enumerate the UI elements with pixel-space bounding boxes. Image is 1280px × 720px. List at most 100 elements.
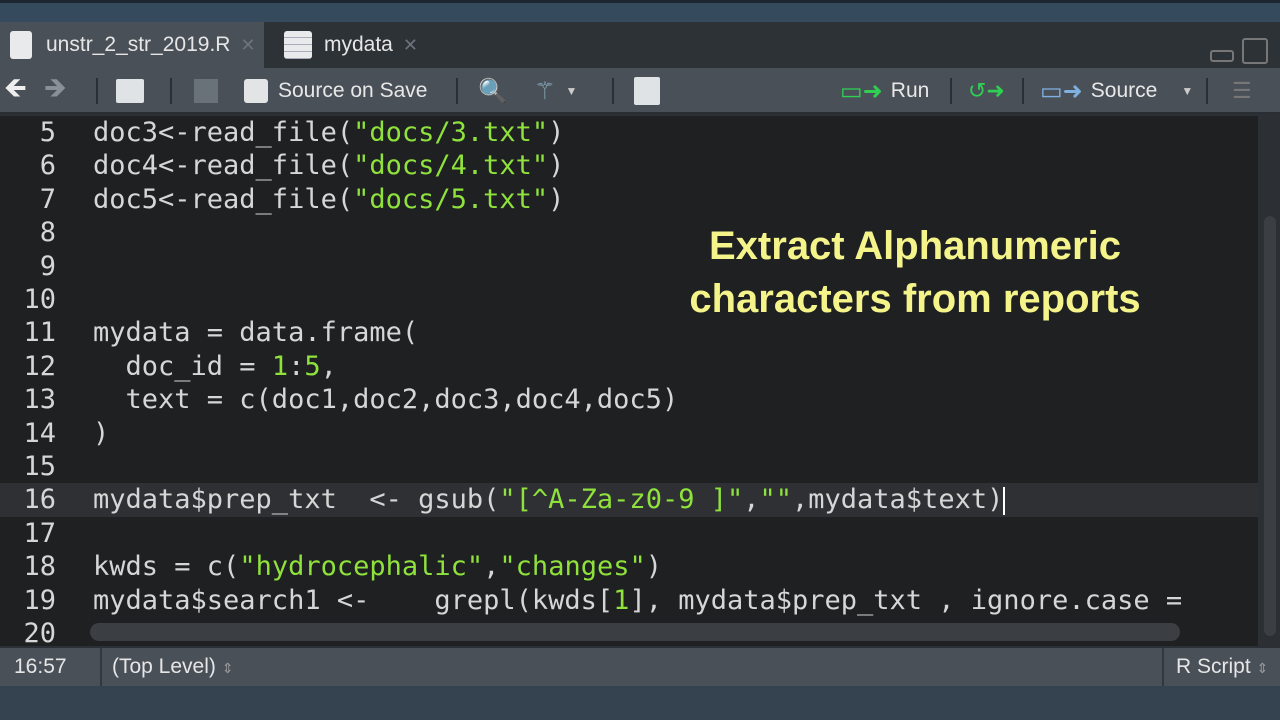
code-line[interactable]: 16 mydata$prep_txt <- gsub("[^A-Za-z0-9 ]… <box>0 483 1258 517</box>
chevron-down-icon: ▼ <box>565 84 578 98</box>
code-token: , <box>483 551 500 583</box>
r-file-icon <box>10 31 32 59</box>
code-text: doc_id = 1:5, <box>93 350 337 383</box>
line-number: 16 <box>23 484 56 516</box>
code-token: ) <box>548 183 565 215</box>
code-text: kwds = c("hydrocephalic","changes") <box>93 550 662 583</box>
code-text: mydata = data.frame( <box>93 316 418 349</box>
code-token: doc_id = <box>93 350 272 382</box>
tab-bar: unstr_2_str_2019.R ✕ mydata ✕ <box>0 22 1280 68</box>
number-token: 1 <box>271 350 289 382</box>
line-number: 9 <box>39 250 56 282</box>
code-line[interactable]: 17 <box>0 517 1258 550</box>
code-text: mydata$search1 <- grepl(kwds[1], mydata$… <box>93 584 1182 617</box>
minimize-icon[interactable] <box>1210 50 1234 62</box>
line-number: 12 <box>23 350 56 382</box>
code-line[interactable]: 13 text = c(doc1,doc2,doc3,doc4,doc5) <box>0 383 1258 416</box>
number-token: 1 <box>613 584 630 616</box>
code-token: ) <box>645 551 662 583</box>
code-line[interactable]: 12 doc_id = 1:5, <box>0 350 1258 383</box>
maximize-icon[interactable] <box>1242 38 1268 64</box>
code-editor[interactable]: 5 doc3<-read_file("docs/3.txt") 6 doc4<-rea… <box>0 116 1258 646</box>
magic-wand-icon[interactable]: ⚚ ▼ <box>534 68 577 114</box>
caption-line-2: characters from reports <box>689 277 1141 321</box>
chevron-down-icon[interactable]: ▼ <box>1181 84 1193 98</box>
string-token: "[^A-Za-z0-9 ]" <box>499 484 744 516</box>
code-line[interactable]: 19 mydata$search1 <- grepl(kwds[1], mydat… <box>0 584 1258 617</box>
code-line[interactable]: 15 <box>0 450 1258 483</box>
code-text: doc4<-read_file("docs/4.txt") <box>93 149 564 182</box>
source-icon: ▭➜ <box>1040 77 1083 105</box>
close-icon[interactable]: ✕ <box>240 35 255 56</box>
source-label: Source <box>1090 79 1158 102</box>
line-number: 13 <box>23 384 56 416</box>
string-token: "" <box>759 484 793 516</box>
tab-label: unstr_2_str_2019.R <box>46 33 231 56</box>
updown-icon: ⇕ <box>1256 660 1269 676</box>
code-token: doc4<-read_file( <box>93 150 354 182</box>
editor-toolbar: 🡸 🡺 Source on Save 🔍 ⚚ ▼ ▭➜ Run ↺➜ ▭➜ Sou… <box>0 68 1280 114</box>
rerun-icon[interactable]: ↺➜ <box>968 68 1005 114</box>
line-number: 10 <box>23 284 56 315</box>
outline-icon[interactable]: ☰ <box>1232 68 1252 114</box>
source-button[interactable]: ▭➜ Source ▼ <box>1040 68 1193 114</box>
scope-selector[interactable]: (Top Level) ⇕ <box>112 655 233 679</box>
line-number: 18 <box>23 551 56 583</box>
save-icon[interactable] <box>194 68 218 114</box>
code-line[interactable]: 18 kwds = c("hydrocephalic","changes") <box>0 550 1258 583</box>
line-number: 8 <box>39 217 56 249</box>
line-number: 20 <box>23 618 56 646</box>
line-number: 7 <box>39 183 56 215</box>
line-number: 15 <box>23 451 56 482</box>
code-text: doc3<-read_file("docs/3.txt") <box>93 116 564 149</box>
tab-script[interactable]: unstr_2_str_2019.R ✕ <box>0 22 264 68</box>
code-line[interactable]: 6 doc4<-read_file("docs/4.txt") <box>0 149 1258 182</box>
forward-arrow-icon[interactable]: 🡺 <box>44 68 67 114</box>
code-line[interactable]: 7 doc5<-read_file("docs/5.txt") <box>0 183 1258 216</box>
line-number: 6 <box>39 150 56 182</box>
code-line[interactable]: 14) <box>0 417 1258 450</box>
source-on-save-checkbox[interactable]: Source on Save <box>244 68 427 114</box>
string-token: "docs/5.txt" <box>353 183 549 215</box>
code-line[interactable]: 5 doc3<-read_file("docs/3.txt") <box>0 116 1258 149</box>
code-token: ) <box>93 417 110 449</box>
show-in-window-icon[interactable] <box>116 68 144 114</box>
code-token: doc3<-read_file( <box>93 117 354 148</box>
scope-label: (Top Level) <box>112 655 216 678</box>
vertical-scrollbar[interactable] <box>1258 116 1280 646</box>
line-number: 19 <box>23 584 56 616</box>
number-token: 5 <box>304 350 321 382</box>
window-title-bar <box>0 0 1280 22</box>
filetype-label: R Script <box>1176 655 1251 678</box>
string-token: "docs/4.txt" <box>353 150 549 182</box>
code-token: ], mydata$prep_txt , ignore.case = <box>629 584 1183 616</box>
filetype-selector[interactable]: R Script ⇕ <box>1176 655 1268 679</box>
line-number: 17 <box>23 517 56 549</box>
code-token: doc5<-read_file( <box>93 183 354 215</box>
line-number: 14 <box>23 417 56 449</box>
tab-mydata[interactable]: mydata ✕ <box>274 22 446 68</box>
code-text: mydata$prep_txt <- gsub("[^A-Za-z0-9 ]",… <box>93 483 1006 516</box>
caption-overlay: Extract Alphanumeric characters from rep… <box>600 220 1230 326</box>
code-token: , <box>743 484 760 516</box>
code-token: ) <box>548 150 565 182</box>
line-number: 5 <box>39 117 56 148</box>
compile-report-icon[interactable] <box>634 68 660 114</box>
code-token: ,mydata$text) <box>792 484 1004 516</box>
close-icon[interactable]: ✕ <box>403 35 418 56</box>
horizontal-scrollbar[interactable] <box>90 623 1180 641</box>
tab-label: mydata <box>324 33 393 56</box>
run-button[interactable]: ▭➜ Run <box>840 68 929 114</box>
console-header <box>0 686 1280 720</box>
text-cursor <box>1003 486 1006 515</box>
code-token: mydata$prep_txt <- gsub( <box>93 484 500 516</box>
code-token: kwds = c( <box>93 551 240 583</box>
string-token: "hydrocephalic" <box>239 551 484 583</box>
caption-line-1: Extract Alphanumeric <box>709 224 1121 268</box>
search-icon[interactable]: 🔍 <box>478 68 508 114</box>
run-icon: ▭➜ <box>840 77 883 105</box>
grid-icon <box>284 31 312 59</box>
updown-icon: ⇕ <box>221 660 234 676</box>
back-arrow-icon[interactable]: 🡸 <box>4 68 27 114</box>
string-token: "docs/3.txt" <box>353 117 549 148</box>
